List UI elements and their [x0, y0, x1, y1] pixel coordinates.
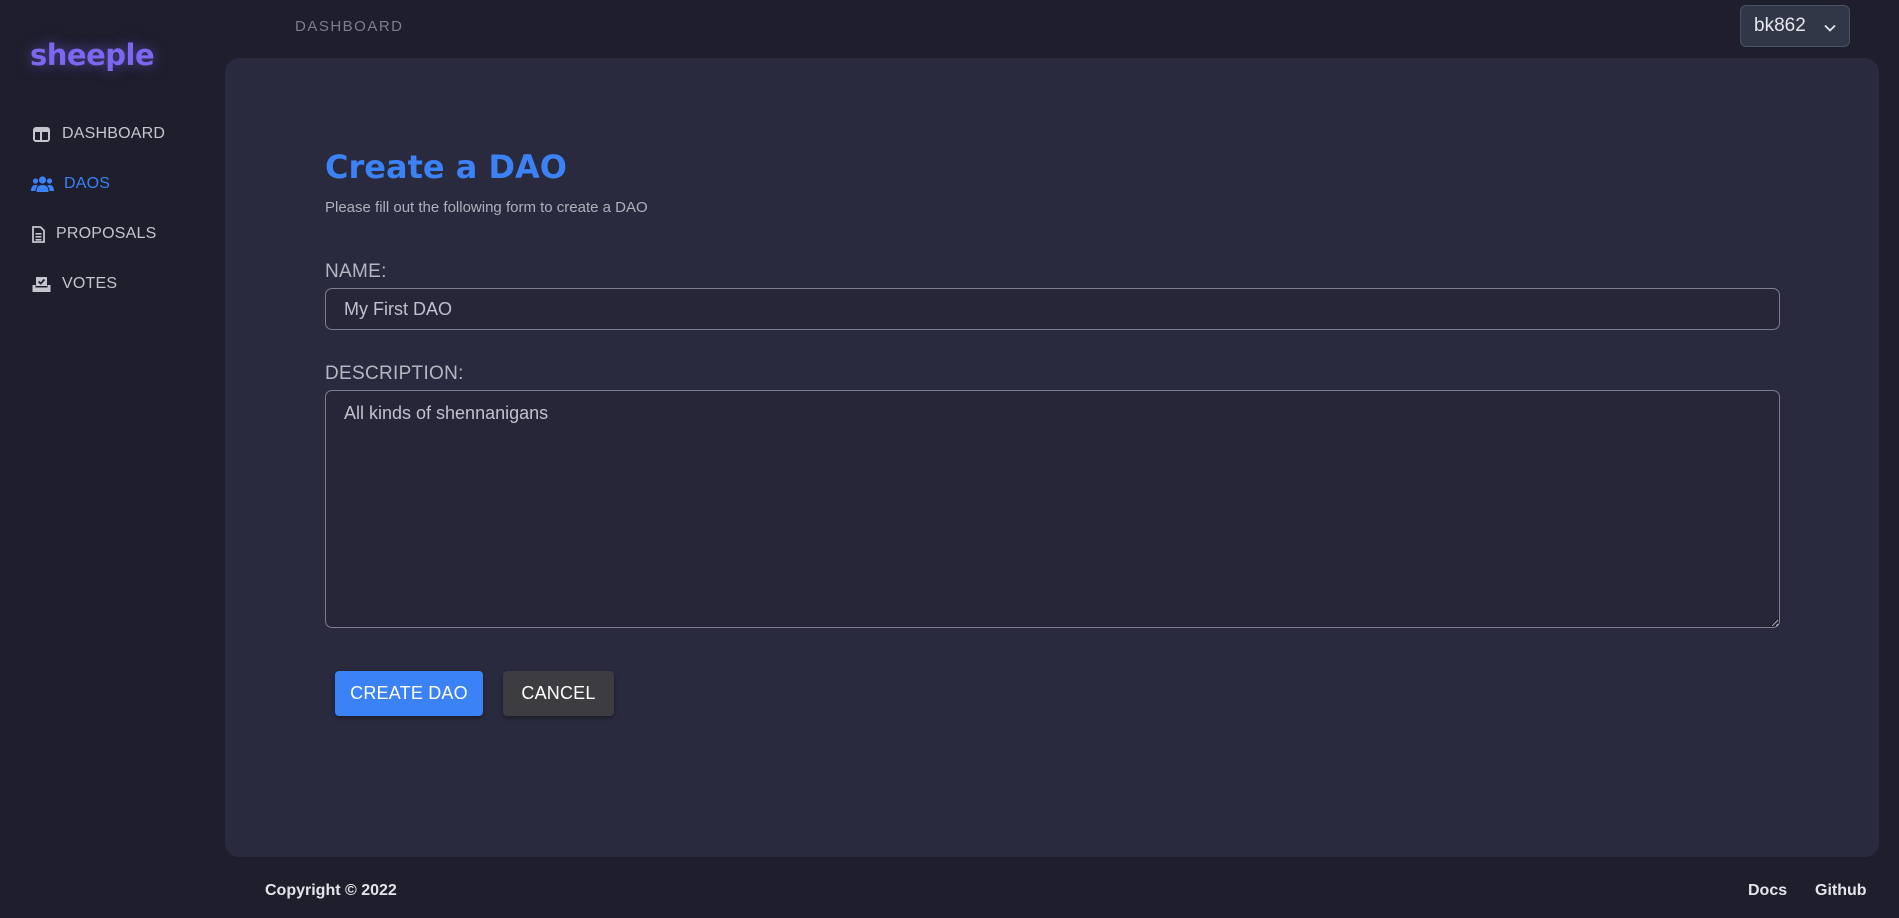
cancel-button[interactable]: CANCEL [503, 671, 614, 716]
create-dao-card: Create a DAO Please fill out the followi… [225, 58, 1879, 857]
sidebar-item-label: DAOS [64, 175, 111, 192]
account-name: bk862 [1754, 15, 1806, 36]
create-dao-button[interactable]: CREATE DAO [335, 671, 483, 716]
chevron-down-icon [1823, 19, 1837, 41]
page-subtitle: Please fill out the following form to cr… [325, 199, 648, 216]
document-icon [30, 224, 46, 244]
layout-icon [30, 124, 52, 144]
sidebar-item-proposals[interactable]: PROPOSALS [30, 224, 157, 244]
sidebar: sheeple DASHBOARD DAOS PROPOSALS VOTES [0, 0, 225, 918]
sidebar-item-daos[interactable]: DAOS [30, 174, 110, 194]
sidebar-item-votes[interactable]: VOTES [30, 274, 117, 294]
github-link[interactable]: Github [1815, 882, 1867, 900]
description-label: DESCRIPTION: [325, 363, 464, 384]
app-logo[interactable]: sheeple [30, 38, 155, 72]
sidebar-item-label: PROPOSALS [56, 225, 157, 242]
sidebar-item-label: VOTES [62, 275, 118, 292]
sidebar-item-label: DASHBOARD [62, 125, 166, 142]
description-textarea[interactable]: All kinds of shennanigans [325, 390, 1780, 628]
page-title: Create a DAO [325, 148, 567, 186]
sidebar-item-dashboard[interactable]: DASHBOARD [30, 124, 165, 144]
docs-link[interactable]: Docs [1748, 882, 1787, 900]
copyright: Copyright © 2022 [265, 882, 397, 899]
breadcrumb: DASHBOARD [295, 18, 404, 35]
name-input[interactable] [325, 288, 1780, 330]
vote-box-icon [30, 274, 52, 294]
name-label: NAME: [325, 261, 387, 282]
users-icon [30, 174, 54, 194]
account-select[interactable]: bk862 [1740, 5, 1850, 47]
